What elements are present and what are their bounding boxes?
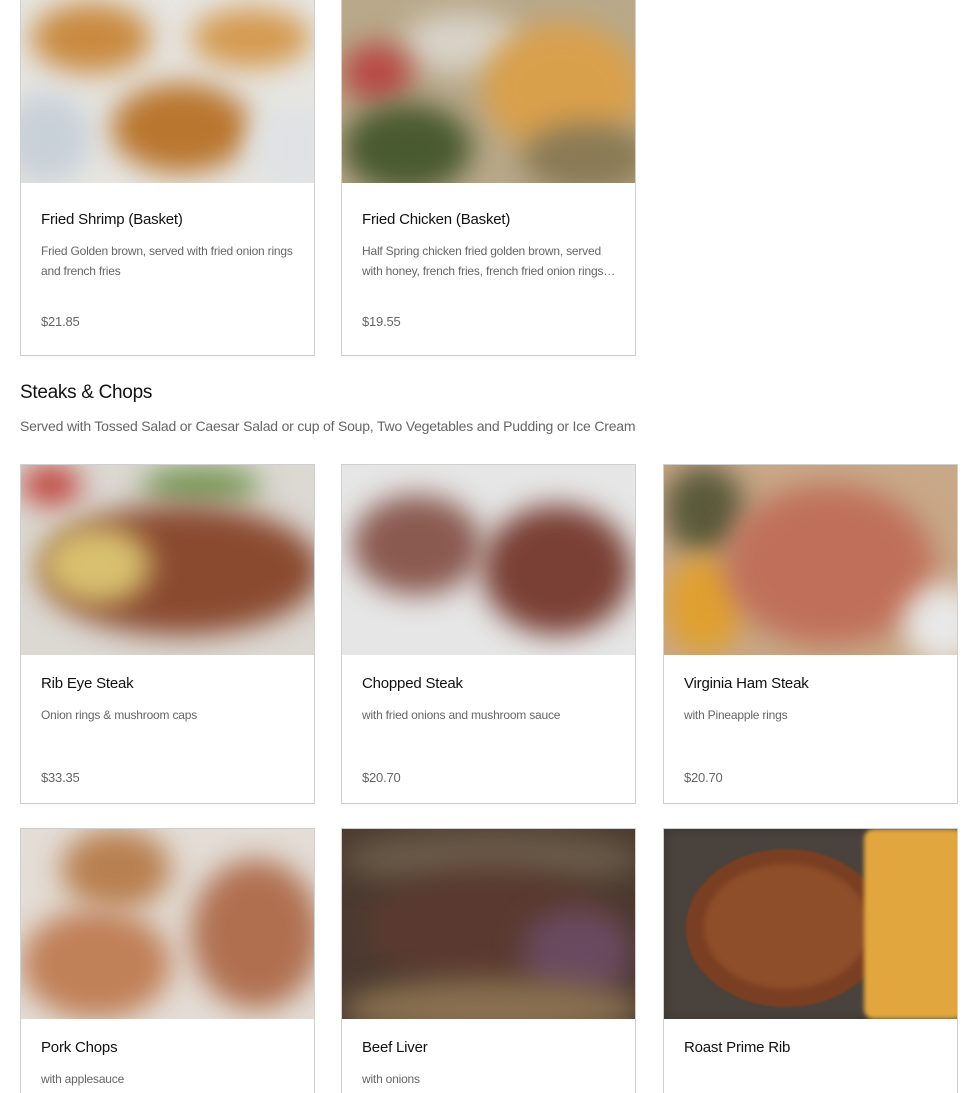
- fried-chicken-photo: [342, 0, 635, 183]
- menu-item-card[interactable]: Chopped Steak with fried onions and mush…: [341, 464, 636, 804]
- menu-item-price: $20.70: [362, 770, 401, 785]
- menu-item-name: Fried Shrimp (Basket): [41, 211, 183, 228]
- menu-item-price: $19.55: [362, 314, 401, 329]
- menu-item-price: $21.85: [41, 314, 80, 329]
- menu-item-description: with onions: [362, 1072, 420, 1086]
- menu-item-card[interactable]: Virginia Ham Steak with Pineapple rings …: [663, 464, 958, 804]
- beef-liver-photo: [342, 829, 635, 1019]
- menu-item-card[interactable]: Fried Shrimp (Basket) Fried Golden brown…: [20, 0, 315, 356]
- menu-item-name: Pork Chops: [41, 1039, 118, 1056]
- section-title: Steaks & Chops: [20, 382, 153, 403]
- ham-steak-photo: [664, 465, 957, 655]
- menu-item-name: Fried Chicken (Basket): [362, 211, 511, 228]
- menu-item-description: Onion rings & mushroom caps: [41, 708, 198, 722]
- menu-item-description: Half Spring chicken fried golden brown, …: [362, 244, 604, 278]
- menu-item-card[interactable]: Pork Chops with applesauce: [20, 828, 315, 1093]
- menu-item-card[interactable]: Rib Eye Steak Onion rings & mushroom cap…: [20, 464, 315, 804]
- menu-item-name: Rib Eye Steak: [41, 675, 134, 692]
- fried-shrimp-photo: [21, 0, 314, 183]
- prime-rib-photo: [664, 829, 957, 1019]
- menu-item-card[interactable]: Beef Liver with onions: [341, 828, 636, 1093]
- menu-item-description: Fried Golden brown, served with fried on…: [41, 244, 293, 278]
- menu-item-description: with Pineapple rings: [684, 708, 788, 722]
- menu-item-name: Chopped Steak: [362, 675, 463, 692]
- menu-item-card[interactable]: Fried Chicken (Basket) Half Spring chick…: [341, 0, 636, 356]
- menu-item-description: with applesauce: [41, 1072, 125, 1086]
- menu-item-name: Beef Liver: [362, 1039, 428, 1056]
- menu-item-price: $20.70: [684, 770, 723, 785]
- menu-item-description: with fried onions and mushroom sauce: [362, 708, 561, 722]
- section-description: Served with Tossed Salad or Caesar Salad…: [20, 418, 636, 434]
- rib-eye-steak-photo: [21, 465, 314, 655]
- pork-chops-photo: [21, 829, 314, 1019]
- menu-item-price: $33.35: [41, 770, 80, 785]
- chopped-steak-photo: [342, 465, 635, 655]
- menu-item-name: Virginia Ham Steak: [684, 675, 809, 692]
- menu-item-name: Roast Prime Rib: [684, 1039, 791, 1056]
- menu-item-card[interactable]: Roast Prime Rib: [663, 828, 958, 1093]
